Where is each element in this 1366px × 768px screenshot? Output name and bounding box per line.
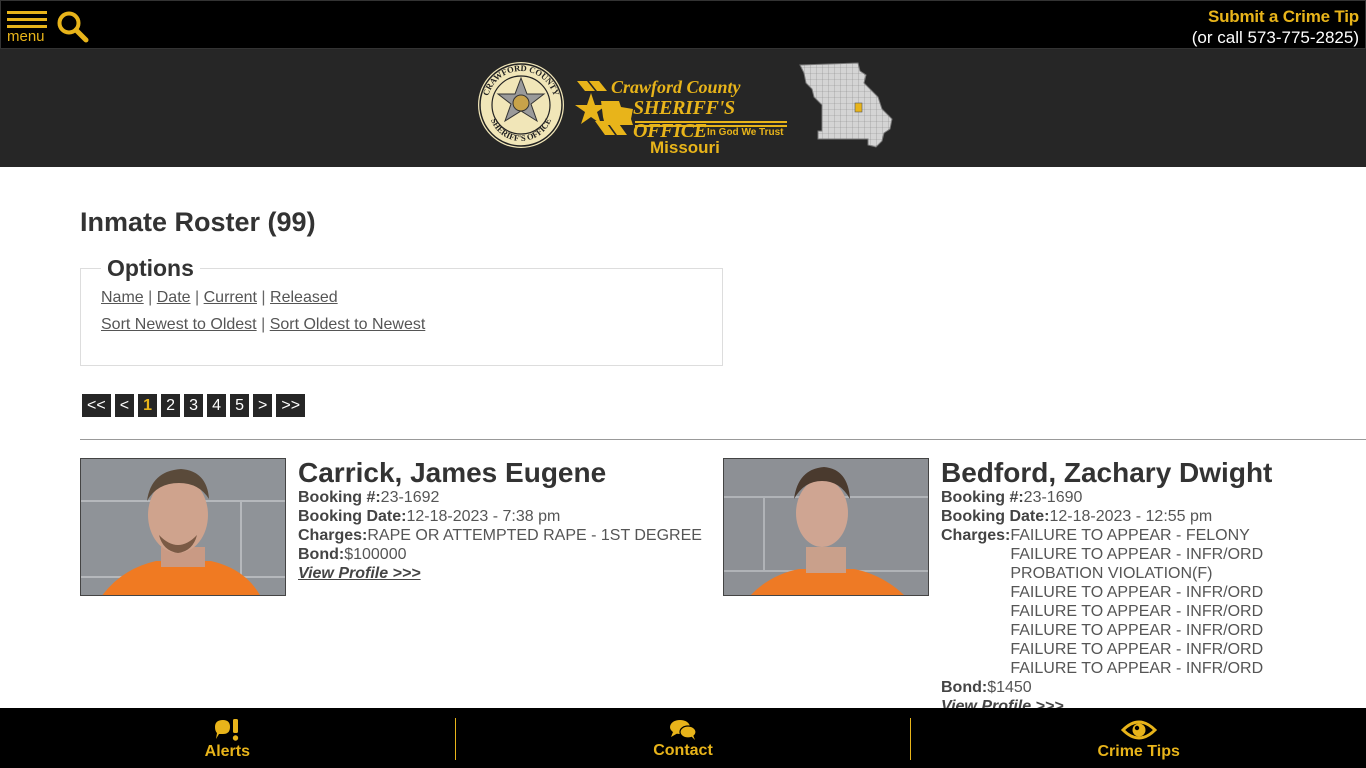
charges-list: FAILURE TO APPEAR - FELONY FAILURE TO AP…	[1010, 526, 1263, 678]
booking-date-label: Booking Date:	[298, 508, 407, 525]
booking-number-value: 23-1692	[380, 489, 440, 506]
contact-label: Contact	[653, 741, 713, 759]
filter-date-link[interactable]: Date	[157, 289, 191, 306]
charge-item: PROBATION VIOLATION(F)	[1010, 565, 1213, 582]
mugshot-image	[81, 459, 285, 595]
contact-nav-button[interactable]: Contact	[456, 708, 911, 768]
first-page-button[interactable]: <<	[82, 394, 111, 417]
filter-current-link[interactable]: Current	[204, 289, 257, 306]
page-2-button[interactable]: 2	[161, 394, 181, 417]
charge-item: FAILURE TO APPEAR - INFR/ORD	[1010, 584, 1264, 601]
booking-number-value: 23-1690	[1023, 489, 1083, 506]
logo-rule	[635, 121, 787, 123]
crime-tips-label: Crime Tips	[1097, 742, 1180, 760]
inmate-photo[interactable]	[723, 458, 929, 596]
inmate-photo[interactable]	[80, 458, 286, 596]
filter-links: Name | Date | Current | Released	[101, 284, 702, 311]
crime-tips-nav-button[interactable]: Crime Tips	[911, 708, 1366, 768]
charge-item: FAILURE TO APPEAR - INFR/ORD	[1010, 603, 1264, 620]
prev-page-button[interactable]: <	[114, 394, 135, 417]
mugshot-image	[724, 459, 928, 595]
charges-label: Charges:	[941, 527, 1011, 544]
pagination: << < 1 2 3 4 5 > >>	[82, 394, 306, 417]
inmate-name: Bedford, Zachary Dwight	[941, 457, 1273, 488]
logo-state: Missouri	[650, 138, 720, 157]
charge-item: FAILURE TO APPEAR - INFR/ORD	[1010, 641, 1264, 658]
missouri-map-icon	[799, 62, 893, 148]
menu-label: menu	[7, 28, 45, 45]
next-page-button[interactable]: >	[253, 394, 273, 417]
inmate-info: Carrick, James Eugene Booking #: 23-1692 …	[298, 458, 702, 583]
separator: |	[148, 289, 153, 306]
charge-item: FAILURE TO APPEAR - INFR/ORD	[1010, 660, 1264, 677]
page-title: Inmate Roster (99)	[80, 207, 316, 237]
charges-label: Charges:	[298, 527, 368, 544]
booking-number-label: Booking #:	[941, 489, 1024, 506]
alert-bubble-icon	[215, 718, 239, 741]
hamburger-menu-icon	[7, 11, 47, 28]
filter-released-link[interactable]: Released	[270, 289, 338, 306]
search-icon	[57, 11, 89, 43]
page-4-button[interactable]: 4	[207, 394, 227, 417]
menu-button[interactable]: menu	[7, 11, 47, 49]
sheriff-seal-logo: CRAWFORD COUNTY SHERIFF'S OFFICE	[478, 62, 564, 148]
charge-item: RAPE OR ATTEMPTED RAPE - 1ST DEGREE	[367, 527, 702, 544]
sort-newest-link[interactable]: Sort Newest to Oldest	[101, 316, 257, 333]
bond-value: $1450	[987, 679, 1032, 696]
last-page-button[interactable]: >>	[276, 394, 306, 417]
bond-label: Bond:	[941, 679, 988, 696]
inmate-name: Carrick, James Eugene	[298, 457, 607, 488]
separator: |	[195, 289, 200, 306]
header-banner: CRAWFORD COUNTY SHERIFF'S OFFICE Crawfor…	[0, 49, 1366, 167]
page-1-button[interactable]: 1	[138, 394, 158, 417]
page-5-button[interactable]: 5	[230, 394, 250, 417]
options-legend: Options	[107, 255, 194, 281]
booking-date-label: Booking Date:	[941, 508, 1050, 525]
alerts-label: Alerts	[204, 742, 251, 760]
bottom-nav: Alerts Contact Crime Tips	[0, 708, 1366, 768]
tip-phone-text: (or call 573-775-2825)	[1191, 28, 1359, 47]
charge-item: FAILURE TO APPEAR - FELONY	[1010, 527, 1250, 544]
booking-number-label: Booking #:	[298, 489, 381, 506]
charge-item: FAILURE TO APPEAR - INFR/ORD	[1010, 622, 1264, 639]
crime-tip-block: Submit a Crime Tip (or call 573-775-2825…	[1192, 7, 1359, 49]
top-bar: menu Submit a Crime Tip (or call 573-775…	[0, 0, 1366, 49]
logo-county-text: Crawford County	[611, 77, 741, 97]
inmate-info: Bedford, Zachary Dwight Booking #: 23-169…	[941, 458, 1272, 716]
sort-links: Sort Newest to Oldest | Sort Oldest to N…	[101, 311, 702, 338]
view-profile-link[interactable]: View Profile >>>	[298, 564, 702, 583]
bond-value: $100000	[344, 546, 407, 563]
booking-date-value: 12-18-2023 - 12:55 pm	[1049, 508, 1213, 525]
page-3-button[interactable]: 3	[184, 394, 204, 417]
filter-name-link[interactable]: Name	[101, 289, 144, 306]
options-panel: Options Name | Date | Current | Released…	[80, 255, 723, 366]
chat-bubbles-icon	[670, 719, 697, 740]
bond-label: Bond:	[298, 546, 345, 563]
separator: |	[261, 316, 266, 333]
charges-list: RAPE OR ATTEMPTED RAPE - 1ST DEGREE	[367, 526, 702, 545]
separator: |	[261, 289, 266, 306]
divider	[80, 439, 1366, 440]
sort-oldest-link[interactable]: Sort Oldest to Newest	[270, 316, 426, 333]
submit-crime-tip-link[interactable]: Submit a Crime Tip	[1192, 7, 1359, 27]
eye-icon	[1120, 720, 1157, 739]
logo-motto: In God We Trust	[707, 127, 784, 138]
charge-item: FAILURE TO APPEAR - INFR/ORD	[1010, 546, 1264, 563]
search-button[interactable]	[56, 10, 90, 44]
sheriff-office-logo: Crawford County SHERIFF'S OFFICE In God …	[575, 71, 790, 161]
booking-date-value: 12-18-2023 - 7:38 pm	[406, 508, 561, 525]
alerts-nav-button[interactable]: Alerts	[0, 708, 455, 768]
